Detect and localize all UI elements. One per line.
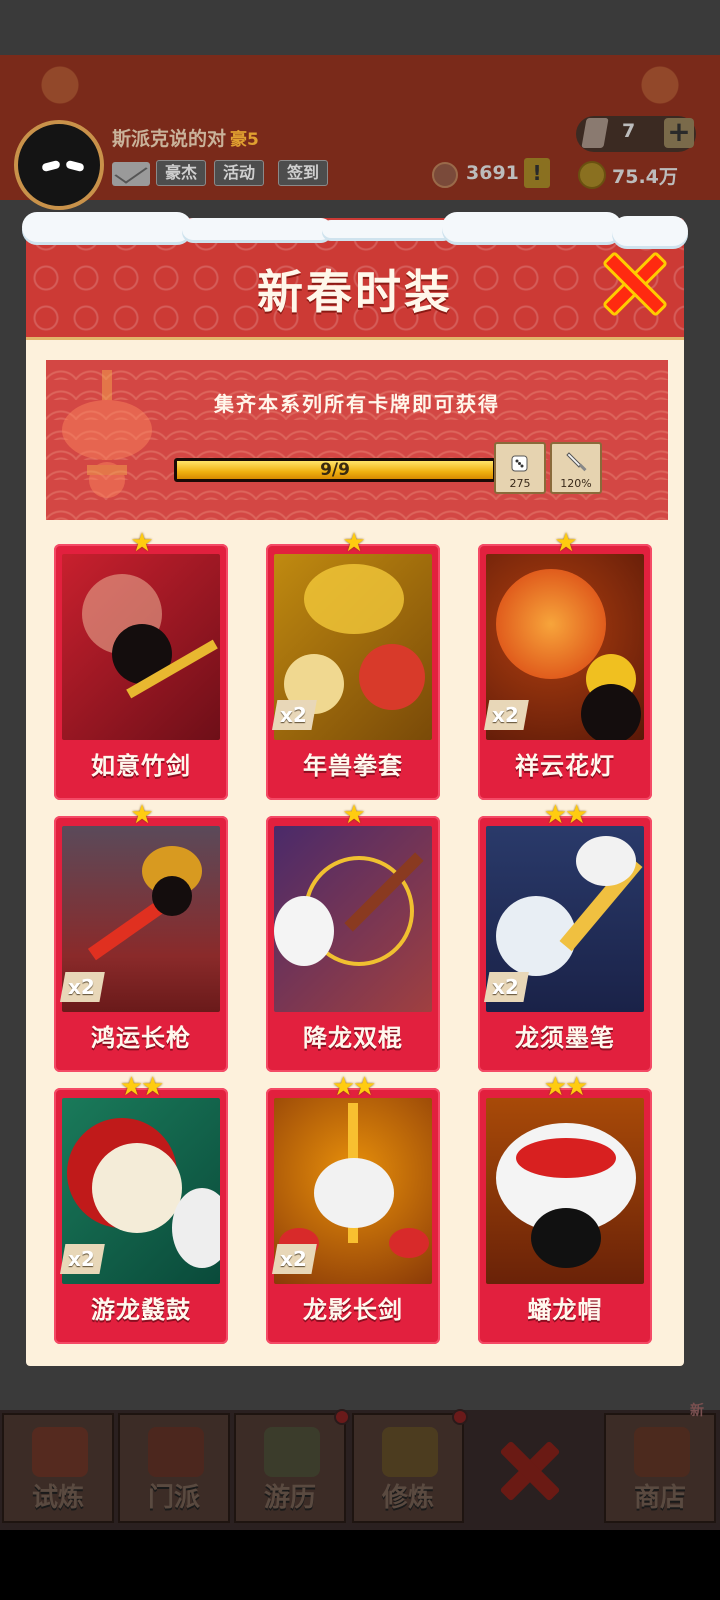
- trial-icon: [32, 1427, 88, 1477]
- dice-icon: [511, 455, 528, 472]
- coin-count: 75.4万: [612, 166, 678, 188]
- card-dragon-whisker-brush[interactable]: ★★ x2 龙须墨笔: [478, 802, 652, 1072]
- duplicate-count-badge: x2: [60, 1244, 105, 1274]
- nav-tab-trial[interactable]: 试炼: [2, 1413, 114, 1523]
- card-name: 游龙鼗鼓: [91, 1296, 191, 1324]
- card-name: 蟠龙帽: [527, 1296, 603, 1324]
- modal-title: 新春时装: [257, 265, 453, 319]
- card-art-image: [274, 826, 432, 1012]
- card-fortune-spear[interactable]: ★ x2 鸿运长枪: [54, 802, 228, 1072]
- snow-decoration: [22, 212, 688, 246]
- avatar[interactable]: [14, 120, 104, 210]
- duplicate-count-badge: x2: [60, 972, 105, 1002]
- sword-icon: [566, 452, 587, 472]
- player-rank: 豪5: [230, 130, 259, 150]
- rarity-stars: ★★: [543, 1072, 589, 1102]
- card-coiled-dragon-hat[interactable]: ★★ 蟠龙帽: [478, 1074, 652, 1344]
- progress-label: 9/9: [320, 460, 350, 480]
- tag-haojie-button[interactable]: 豪杰: [156, 160, 207, 186]
- rarity-stars: ★: [130, 800, 153, 830]
- rarity-stars: ★: [554, 528, 577, 558]
- duplicate-count-badge: x2: [272, 1244, 317, 1274]
- card-dragon-twin-staffs[interactable]: ★ 降龙双棍: [266, 802, 440, 1072]
- card-nian-beast-gauntlet[interactable]: ★ x2 年兽拳套: [266, 530, 440, 800]
- card-auspicious-lantern[interactable]: ★ x2 祥云花灯: [478, 530, 652, 800]
- banner-text: 集齐本系列所有卡牌即可获得: [214, 392, 500, 416]
- reward-dice[interactable]: 275: [494, 442, 546, 494]
- shop-icon: [634, 1427, 690, 1477]
- close-button[interactable]: [601, 250, 669, 318]
- tag-checkin-button[interactable]: 签到: [278, 160, 329, 186]
- nav-tab-sect[interactable]: 门派: [118, 1413, 230, 1523]
- nav-tab-shop[interactable]: 商店: [604, 1413, 716, 1523]
- card-art-image: [486, 1098, 644, 1284]
- costume-collection-modal: 新春时装 集齐本系列所有卡牌即可获得 9/9 275 120% ★ 如意竹剑 ★…: [22, 212, 688, 1366]
- card-name: 鸿运长枪: [91, 1024, 191, 1052]
- card-name: 降龙双棍: [303, 1024, 403, 1052]
- nav-tab-travel[interactable]: 游历: [234, 1409, 350, 1523]
- rarity-stars: ★★: [119, 1072, 165, 1102]
- player-name: 斯派克说的对 豪5: [112, 128, 259, 150]
- rarity-stars: ★★: [331, 1072, 377, 1102]
- add-gems-button[interactable]: +: [664, 118, 694, 148]
- notification-dot: [334, 1409, 350, 1425]
- cultivate-icon: [382, 1427, 438, 1477]
- gem-count: 7: [622, 120, 636, 142]
- token-count: 3691: [466, 162, 519, 184]
- duplicate-count-badge: x2: [272, 700, 317, 730]
- card-roaming-dragon-drum[interactable]: ★★ x2 游龙鼗鼓: [54, 1074, 228, 1344]
- alert-button[interactable]: !: [524, 158, 550, 188]
- card-name: 年兽拳套: [303, 752, 403, 780]
- card-ruyi-bamboo-sword[interactable]: ★ 如意竹剑: [54, 530, 228, 800]
- card-dragon-shadow-sword[interactable]: ★★ x2 龙影长剑: [266, 1074, 440, 1344]
- duplicate-count-badge: x2: [484, 972, 529, 1002]
- rarity-stars: ★★: [543, 800, 589, 830]
- nav-close-icon[interactable]: [500, 1440, 560, 1500]
- notification-dot: [452, 1409, 468, 1425]
- travel-icon: [264, 1427, 320, 1477]
- tag-activity-button[interactable]: 活动: [214, 160, 265, 186]
- card-art-image: [62, 554, 220, 740]
- set-bonus-banner: 集齐本系列所有卡牌即可获得 9/9 275 120%: [46, 360, 668, 520]
- coin-icon: [578, 161, 606, 189]
- rarity-stars: ★: [342, 800, 365, 830]
- system-nav-area: [0, 1530, 720, 1600]
- rarity-stars: ★: [130, 528, 153, 558]
- token-icon: [432, 162, 458, 188]
- mail-icon[interactable]: [112, 162, 150, 186]
- card-name: 祥云花灯: [515, 752, 615, 780]
- card-name: 龙影长剑: [303, 1296, 403, 1324]
- card-name: 如意竹剑: [91, 752, 191, 780]
- card-name: 龙须墨笔: [515, 1024, 615, 1052]
- sect-icon: [148, 1427, 204, 1477]
- reward-sword[interactable]: 120%: [550, 442, 602, 494]
- nav-tab-cultivate[interactable]: 修炼: [352, 1409, 468, 1523]
- rarity-stars: ★: [342, 528, 365, 558]
- new-badge: 新: [690, 1403, 704, 1419]
- duplicate-count-badge: x2: [484, 700, 529, 730]
- collection-progress-bar: 9/9: [174, 458, 496, 482]
